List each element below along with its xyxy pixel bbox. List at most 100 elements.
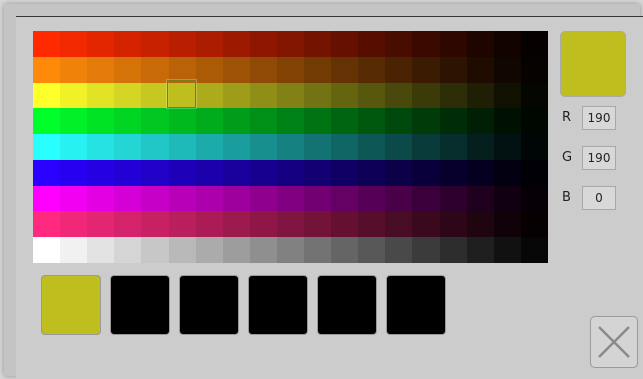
palette-cell[interactable] xyxy=(114,159,142,186)
palette-cell[interactable] xyxy=(168,159,196,186)
recent-color-swatch[interactable] xyxy=(317,275,377,335)
palette-cell[interactable] xyxy=(358,134,386,160)
palette-cell[interactable] xyxy=(168,185,196,212)
palette-cell[interactable] xyxy=(33,211,61,238)
palette-cell[interactable] xyxy=(304,134,332,160)
palette-cell[interactable] xyxy=(520,211,548,238)
palette-cell[interactable] xyxy=(466,134,494,160)
palette-cell[interactable] xyxy=(60,237,88,263)
palette-cell[interactable] xyxy=(276,56,305,83)
green-value-field[interactable]: 190 xyxy=(582,146,616,170)
palette-cell[interactable] xyxy=(520,56,548,83)
palette-cell[interactable] xyxy=(141,211,169,238)
palette-cell[interactable] xyxy=(60,211,88,238)
palette-cell[interactable] xyxy=(276,31,305,57)
palette-cell[interactable] xyxy=(87,159,115,186)
palette-cell[interactable] xyxy=(33,159,61,186)
palette-cell[interactable] xyxy=(33,56,61,83)
palette-cell[interactable] xyxy=(33,108,61,135)
palette-cell[interactable] xyxy=(195,237,223,263)
palette-cell[interactable] xyxy=(331,159,359,186)
palette-cell[interactable] xyxy=(304,185,332,212)
palette-cell[interactable] xyxy=(60,185,88,212)
palette-cell[interactable] xyxy=(493,237,521,263)
palette-cell[interactable] xyxy=(195,31,223,57)
recent-color-swatch[interactable] xyxy=(110,275,170,335)
palette-cell[interactable] xyxy=(114,82,142,109)
palette-cell[interactable] xyxy=(520,185,548,212)
palette-cell[interactable] xyxy=(195,108,223,135)
palette-cell[interactable] xyxy=(276,237,305,263)
palette-cell[interactable] xyxy=(114,211,142,238)
palette-cell[interactable] xyxy=(439,31,467,57)
palette-cell[interactable] xyxy=(195,211,223,238)
palette-cell[interactable] xyxy=(114,108,142,135)
palette-cell[interactable] xyxy=(412,237,440,263)
palette-cell[interactable] xyxy=(493,31,521,57)
palette-cell[interactable] xyxy=(385,82,413,109)
palette-cell[interactable] xyxy=(412,134,440,160)
palette-cell[interactable] xyxy=(60,134,88,160)
palette-cell[interactable] xyxy=(87,31,115,57)
palette-cell[interactable] xyxy=(385,185,413,212)
palette-cell[interactable] xyxy=(493,134,521,160)
palette-cell[interactable] xyxy=(141,237,169,263)
palette-cell[interactable] xyxy=(141,31,169,57)
palette-cell[interactable] xyxy=(439,159,467,186)
palette-cell[interactable] xyxy=(439,82,467,109)
palette-cell[interactable] xyxy=(466,159,494,186)
palette-cell[interactable] xyxy=(87,56,115,83)
palette-cell[interactable] xyxy=(222,108,250,135)
palette-cell[interactable] xyxy=(249,31,277,57)
palette-cell[interactable] xyxy=(439,56,467,83)
palette-cell[interactable] xyxy=(222,237,250,263)
palette-cell[interactable] xyxy=(331,185,359,212)
palette-cell[interactable] xyxy=(33,82,61,109)
palette-cell[interactable] xyxy=(222,159,250,186)
palette-cell[interactable] xyxy=(222,185,250,212)
palette-cell[interactable] xyxy=(249,108,277,135)
palette-cell[interactable] xyxy=(358,159,386,186)
palette-cell[interactable] xyxy=(114,31,142,57)
palette-cell[interactable] xyxy=(385,134,413,160)
palette-cell[interactable] xyxy=(385,159,413,186)
palette-cell[interactable] xyxy=(493,56,521,83)
palette-cell[interactable] xyxy=(304,56,332,83)
palette-cell[interactable] xyxy=(141,159,169,186)
palette-cell[interactable] xyxy=(141,56,169,83)
palette-cell[interactable] xyxy=(141,82,169,109)
palette-cell[interactable] xyxy=(466,82,494,109)
palette-cell[interactable] xyxy=(276,82,305,109)
palette-cell[interactable] xyxy=(33,185,61,212)
palette-cell[interactable] xyxy=(520,31,548,57)
palette-cell[interactable] xyxy=(493,82,521,109)
palette-cell[interactable] xyxy=(331,31,359,57)
palette-cell[interactable] xyxy=(60,56,88,83)
palette-cell[interactable] xyxy=(168,108,196,135)
palette-cell[interactable] xyxy=(168,31,196,57)
palette-cell[interactable] xyxy=(168,134,196,160)
palette-cell[interactable] xyxy=(466,211,494,238)
palette-cell[interactable] xyxy=(304,159,332,186)
palette-cell[interactable] xyxy=(141,185,169,212)
palette-cell[interactable] xyxy=(222,82,250,109)
palette-cell[interactable] xyxy=(304,82,332,109)
recent-color-swatch[interactable] xyxy=(386,275,446,335)
palette-cell[interactable] xyxy=(331,134,359,160)
palette-cell[interactable] xyxy=(439,134,467,160)
palette-cell[interactable] xyxy=(195,56,223,83)
color-palette-grid[interactable] xyxy=(33,31,548,263)
palette-cell[interactable] xyxy=(385,31,413,57)
palette-cell[interactable] xyxy=(276,211,305,238)
palette-cell[interactable] xyxy=(60,82,88,109)
palette-cell[interactable] xyxy=(60,108,88,135)
palette-cell[interactable] xyxy=(60,159,88,186)
palette-cell[interactable] xyxy=(249,159,277,186)
palette-cell[interactable] xyxy=(87,237,115,263)
palette-cell[interactable] xyxy=(520,237,548,263)
palette-cell[interactable] xyxy=(466,237,494,263)
palette-cell[interactable] xyxy=(168,211,196,238)
palette-cell[interactable] xyxy=(358,82,386,109)
palette-cell[interactable] xyxy=(87,134,115,160)
palette-cell[interactable] xyxy=(358,237,386,263)
